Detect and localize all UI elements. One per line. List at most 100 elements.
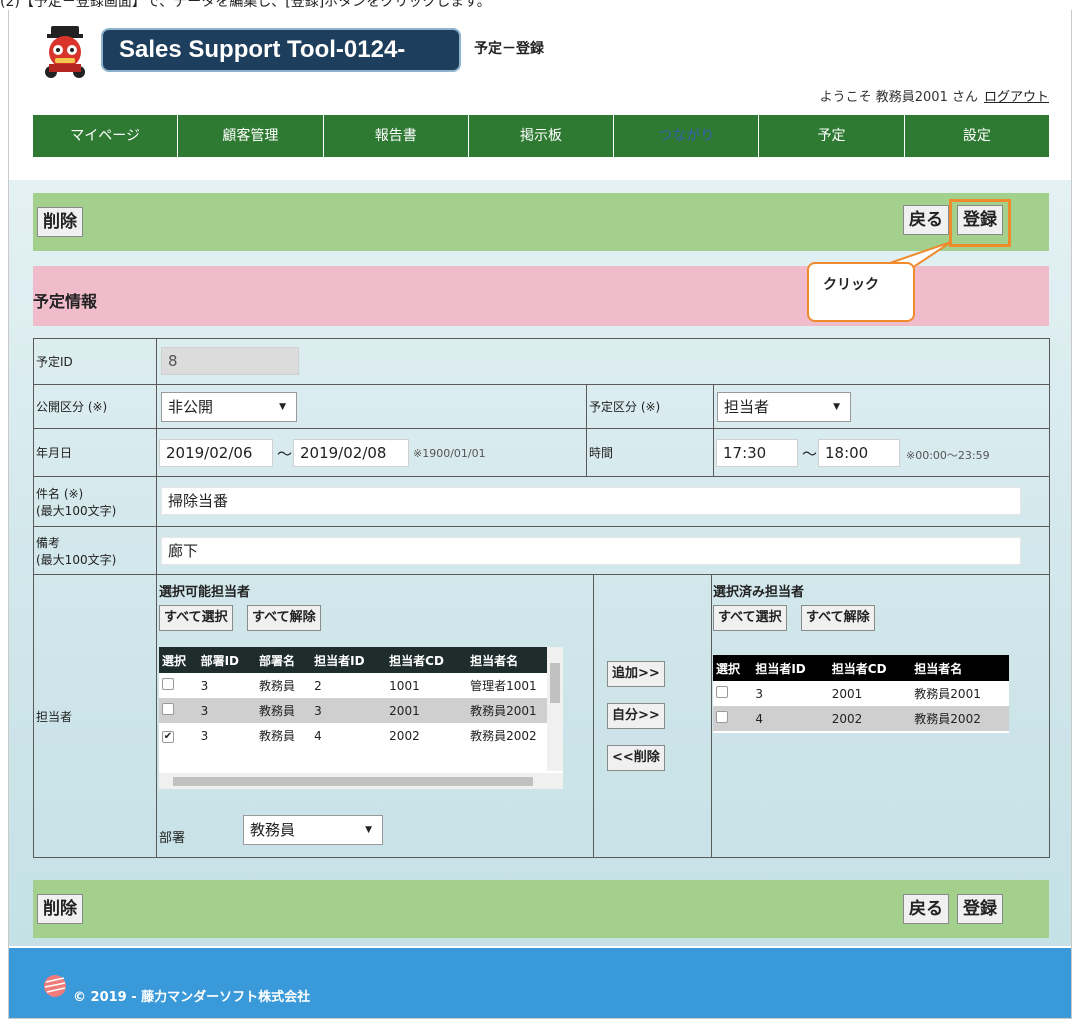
row-checkbox[interactable] [162, 703, 174, 715]
row-checkbox[interactable] [716, 711, 728, 723]
cell-dept-id: 3 [197, 698, 257, 723]
nav-board[interactable]: 掲示板 [469, 115, 615, 157]
cell-cd: 1001 [389, 678, 420, 693]
scroll-thumb[interactable] [550, 663, 560, 703]
divider [711, 575, 712, 857]
cell-name: 教務員2002 [911, 706, 1009, 731]
date-from-field[interactable]: 2019/02/06 [159, 439, 273, 467]
self-button[interactable]: 自分>> [607, 703, 665, 729]
subject-label-sub: (最大100文字) [36, 503, 117, 518]
available-clear-all-button[interactable]: すべて解除 [247, 605, 321, 631]
cell-dept: 教務員 [259, 729, 296, 743]
main-nav: マイページ 顧客管理 報告書 掲示板 つながり 予定 設定 [33, 115, 1049, 157]
time-tilde: ～ [802, 445, 818, 463]
nav-settings[interactable]: 設定 [905, 115, 1049, 157]
page-title: 予定－登録 [474, 41, 544, 57]
date-label: 年月日 [33, 428, 157, 477]
visibility-value: 非公開 [168, 398, 214, 416]
row-checkbox-checked[interactable]: ✔ [162, 731, 174, 743]
selected-staff-table: 選択 担当者ID 担当者CD 担当者名 3 2001 教務員2001 4 200… [713, 655, 1009, 733]
nav-connections[interactable]: つながり [614, 115, 760, 157]
col-select: 選択 [713, 655, 753, 681]
cell-name: 教務員2001 [914, 687, 981, 701]
staff-picker: 選択可能担当者 すべて選択 すべて解除 選択 部署ID 部署名 担当者ID 担当… [157, 575, 1049, 857]
dept-select[interactable]: 教務員 ▼ [243, 815, 383, 845]
time-to-field[interactable]: 18:00 [818, 439, 900, 467]
chevron-down-icon: ▼ [833, 402, 840, 412]
col-staff-cd: 担当者CD [386, 647, 468, 673]
time-note: ※00:00～23:59 [906, 449, 990, 462]
delete-button[interactable]: 削除 [37, 894, 83, 924]
bottom-action-bar: 削除 戻る 登録 [33, 880, 1049, 938]
back-button[interactable]: 戻る [903, 894, 949, 924]
top-action-bar: 削除 戻る 登録 [33, 193, 1049, 251]
chevron-down-icon: ▼ [365, 825, 372, 835]
delete-button[interactable]: 削除 [37, 207, 83, 237]
cell-staff-id: 2 [314, 678, 322, 693]
nav-customers[interactable]: 顧客管理 [178, 115, 324, 157]
subject-label-main: 件名 (※) [36, 486, 84, 501]
type-value: 担当者 [724, 398, 770, 416]
cell-staff-id: 4 [314, 728, 322, 743]
company-logo-icon [44, 975, 66, 997]
cell-staff-id: 3 [755, 686, 763, 701]
subject-field[interactable]: 掃除当番 [161, 487, 1021, 515]
nav-mypage[interactable]: マイページ [33, 115, 179, 157]
col-staff-cd: 担当者CD [828, 655, 912, 681]
remarks-field[interactable]: 廊下 [161, 537, 1021, 565]
col-select: 選択 [159, 647, 198, 673]
nav-reports[interactable]: 報告書 [324, 115, 469, 157]
cell-cd: 2002 [389, 728, 420, 743]
time-label: 時間 [586, 428, 714, 477]
dept-label: 部署 [159, 831, 186, 846]
subject-label: 件名 (※) (最大100文字) [33, 476, 157, 527]
remove-button[interactable]: <<削除 [607, 745, 665, 771]
type-select[interactable]: 担当者 ▼ [717, 392, 851, 422]
remarks-label: 備考 (最大100文字) [33, 526, 157, 575]
logout-link[interactable]: ログアウト [984, 90, 1049, 105]
type-label: 予定区分 (※) [586, 384, 714, 429]
mascot-logo-icon [45, 26, 85, 78]
row-checkbox[interactable] [716, 686, 728, 698]
date-note: ※1900/01/01 [413, 447, 486, 460]
selected-clear-all-button[interactable]: すべて解除 [801, 605, 875, 631]
time-from-field[interactable]: 17:30 [716, 439, 798, 467]
selected-title: 選択済み担当者 [713, 585, 805, 600]
register-button[interactable]: 登録 [957, 894, 1003, 924]
table-row: ✔ 3 教務員 4 2002 教務員2002 [159, 723, 563, 748]
available-select-all-button[interactable]: すべて選択 [159, 605, 233, 631]
cell-cd: 2001 [386, 698, 468, 723]
chevron-down-icon: ▼ [279, 402, 286, 412]
date-tilde: ～ [277, 445, 293, 463]
col-staff-name: 担当者名 [911, 655, 1009, 681]
nav-schedule[interactable]: 予定 [759, 115, 905, 157]
welcome-area: ようこそ 教務員2001 さん ログアウト [820, 86, 1049, 105]
cell-cd: 2002 [828, 706, 912, 731]
visibility-label: 公開区分 (※) [33, 384, 157, 429]
register-button[interactable]: 登録 [957, 205, 1003, 235]
add-button[interactable]: 追加>> [607, 661, 665, 687]
date-to-field[interactable]: 2019/02/08 [293, 439, 409, 467]
section-title: 予定情報 [33, 292, 98, 311]
available-staff-table: 選択 部署ID 部署名 担当者ID 担当者CD 担当者名 3 教務員 2 100… [159, 647, 563, 789]
cell-staff-id: 4 [752, 706, 829, 731]
staff-label: 担当者 [33, 574, 157, 858]
selected-select-all-button[interactable]: すべて選択 [713, 605, 787, 631]
schedule-form: 予定ID 8 公開区分 (※) 非公開 ▼ 予定区分 (※) 担当者 ▼ 年月日 2… [33, 338, 1050, 858]
horizontal-scrollbar[interactable] [159, 773, 563, 789]
app-title-logo[interactable]: Sales Support Tool-0124- [101, 28, 461, 72]
col-dept-id: 部署ID [197, 647, 257, 673]
schedule-id-field: 8 [161, 347, 299, 375]
welcome-text: ようこそ 教務員2001 さん [819, 90, 978, 105]
table-row: 3 2001 教務員2001 [713, 681, 1009, 706]
row-checkbox[interactable] [162, 678, 174, 690]
col-dept-name: 部署名 [256, 647, 312, 673]
visibility-select[interactable]: 非公開 ▼ [161, 392, 297, 422]
col-staff-id: 担当者ID [311, 647, 387, 673]
scroll-thumb[interactable] [173, 777, 533, 786]
back-button[interactable]: 戻る [903, 205, 949, 235]
divider [593, 575, 594, 857]
cell-dept: 教務員 [259, 679, 296, 693]
vertical-scrollbar[interactable] [547, 647, 563, 771]
cell-cd: 2001 [831, 686, 863, 701]
